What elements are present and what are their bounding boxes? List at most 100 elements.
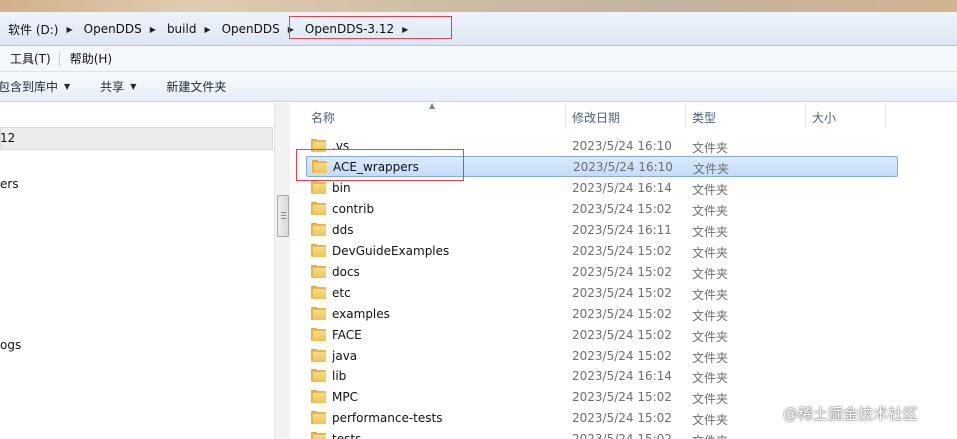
folder-icon: [311, 327, 327, 341]
file-name: java: [332, 348, 358, 363]
file-name: bin: [332, 180, 351, 195]
file-modified-date: 2023/5/24 16:14: [572, 369, 672, 384]
breadcrumb-label: OpenDDS: [221, 22, 280, 36]
folder-icon: [311, 243, 327, 257]
file-type: 文件夹: [692, 308, 729, 323]
new-folder-button[interactable]: 新建文件夹: [166, 75, 238, 99]
chevron-right-icon[interactable]: ▶: [204, 25, 210, 34]
file-modified-date: 2023/5/24 15:02: [572, 306, 672, 321]
column-header-name[interactable]: ▲ 名称: [291, 101, 566, 129]
folder-icon: [311, 264, 327, 278]
blurred-top-strip: [0, 0, 957, 12]
file-modified-date: 2023/5/24 15:02: [572, 390, 672, 405]
include-in-library-label: 包含到库中: [0, 80, 59, 94]
file-type: 文件夹: [692, 432, 728, 439]
file-type: 文件夹: [692, 413, 729, 428]
menu-bar: 工具(T) 帮助(H): [0, 46, 957, 72]
file-modified-date: 2023/5/24 15:02: [572, 243, 672, 258]
share-button[interactable]: 共享 ▼: [100, 75, 148, 99]
file-type: 文件夹: [692, 224, 729, 239]
file-name: performance-tests: [332, 411, 443, 426]
file-row[interactable]: DevGuideExamples 2023/5/24 15:02 文件夹: [291, 241, 883, 262]
file-name: contrib: [332, 201, 375, 216]
file-row[interactable]: etc 2023/5/24 15:02 文件夹: [291, 283, 883, 304]
file-row[interactable]: examples 2023/5/24 15:02 文件夹: [291, 304, 883, 325]
address-bar[interactable]: 软件 (D:) ▶ OpenDDS ▶ build ▶ OpenDDS ▶ Op…: [0, 12, 957, 46]
folder-icon: [311, 369, 327, 383]
breadcrumb-opendds[interactable]: OpenDDS ▶: [76, 18, 159, 40]
folder-icon: [311, 180, 327, 194]
folder-icon: [311, 285, 327, 299]
nav-scrollbar-thumb[interactable]: [277, 195, 289, 237]
share-label: 共享: [100, 80, 125, 94]
breadcrumb-build[interactable]: build ▶: [159, 18, 214, 40]
column-header-date[interactable]: 修改日期: [566, 103, 686, 129]
file-type: 文件夹: [692, 141, 729, 155]
file-name: dds: [332, 222, 354, 237]
column-type-label: 类型: [692, 111, 717, 125]
column-header-type[interactable]: 类型: [686, 103, 806, 129]
file-name: DevGuideExamples: [332, 243, 450, 258]
sort-ascending-icon: ▲: [429, 101, 436, 110]
file-list: ▲ 名称 修改日期 类型 大小 .vs 2023/5/24 16:10 文件夹 ACE…: [291, 101, 957, 439]
menu-tools[interactable]: 工具(T): [0, 50, 59, 67]
nav-scrollbar[interactable]: [274, 103, 290, 439]
file-row[interactable]: bin 2023/5/24 16:14 文件夹: [291, 178, 883, 199]
file-name: lib: [332, 369, 347, 384]
file-type: 文件夹: [692, 245, 729, 260]
navigation-pane: 12 ers ogs: [0, 103, 290, 439]
file-row[interactable]: docs 2023/5/24 15:02 文件夹: [291, 262, 883, 283]
file-type: 文件夹: [693, 161, 730, 176]
file-name: MPC: [332, 390, 358, 405]
folder-icon: [311, 201, 327, 215]
file-row[interactable]: lib 2023/5/24 16:14 文件夹: [291, 366, 883, 387]
file-type: 文件夹: [692, 350, 729, 365]
file-type: 文件夹: [692, 287, 729, 302]
chevron-right-icon[interactable]: ▶: [150, 25, 156, 34]
file-row[interactable]: tests 2023/5/24 15:02 文件夹: [291, 429, 883, 439]
file-type: 文件夹: [692, 329, 729, 344]
file-name: docs: [332, 264, 360, 279]
file-modified-date: 2023/5/24 16:10: [572, 139, 672, 153]
column-size-label: 大小: [812, 111, 837, 125]
file-name: FACE: [332, 327, 362, 342]
nav-item-label[interactable]: ers: [0, 177, 19, 191]
nav-item-label[interactable]: 12: [0, 131, 15, 145]
file-modified-date: 2023/5/24 16:11: [572, 222, 672, 237]
annotation-highlight-box: [296, 149, 464, 181]
folder-icon: [311, 306, 327, 320]
folder-icon: [311, 390, 327, 404]
file-row[interactable]: java 2023/5/24 15:02 文件夹: [291, 346, 883, 367]
column-header-size[interactable]: 大小: [806, 103, 886, 129]
new-folder-label: 新建文件夹: [166, 80, 227, 94]
nav-item-label[interactable]: ogs: [0, 338, 21, 352]
file-modified-date: 2023/5/24 16:14: [572, 180, 672, 195]
caret-down-icon: ▼: [64, 82, 71, 91]
file-row[interactable]: dds 2023/5/24 16:11 文件夹: [291, 220, 883, 241]
file-type: 文件夹: [692, 182, 729, 197]
column-date-label: 修改日期: [572, 111, 621, 125]
folder-icon: [311, 222, 327, 236]
folder-icon: [311, 432, 327, 439]
folder-icon: [311, 411, 327, 425]
file-modified-date: 2023/5/24 16:10: [573, 159, 673, 174]
file-modified-date: 2023/5/24 15:02: [572, 285, 672, 300]
breadcrumb-label: OpenDDS: [83, 22, 142, 36]
file-row[interactable]: contrib 2023/5/24 15:02 文件夹: [291, 199, 883, 220]
file-row[interactable]: FACE 2023/5/24 15:02 文件夹: [291, 325, 883, 346]
file-name: etc: [332, 285, 351, 300]
file-type: 文件夹: [692, 203, 729, 218]
annotation-highlight-box: [289, 16, 452, 39]
watermark: @稀土掘金技术社区: [783, 405, 919, 423]
chevron-right-icon[interactable]: ▶: [66, 25, 72, 34]
include-in-library-button[interactable]: 包含到库中 ▼: [0, 75, 82, 99]
file-name: examples: [332, 306, 390, 321]
breadcrumb-label: build: [166, 22, 197, 36]
menu-help[interactable]: 帮助(H): [60, 50, 120, 67]
command-toolbar: 包含到库中 ▼ 共享 ▼ 新建文件夹: [0, 72, 957, 102]
breadcrumb-drive[interactable]: 软件 (D:) ▶: [0, 18, 76, 40]
breadcrumb-opendds-2[interactable]: OpenDDS ▶: [214, 18, 297, 40]
file-modified-date: 2023/5/24 15:02: [572, 327, 672, 342]
file-type: 文件夹: [692, 266, 729, 281]
nav-selected-item[interactable]: [0, 127, 273, 150]
